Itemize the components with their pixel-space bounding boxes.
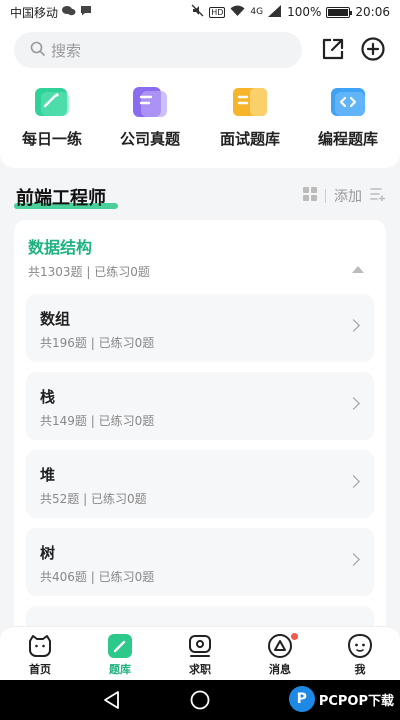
clock: 20:06	[355, 5, 390, 19]
quick-entry-label: 编程题库	[317, 130, 378, 148]
tab-bar: 首页 题库 求职 消息 我	[0, 626, 400, 680]
grid-view-icon[interactable]	[303, 187, 317, 205]
chat-bubble-icon	[80, 5, 92, 19]
collapse-icon[interactable]	[352, 266, 364, 273]
item-stats: 共52题 | 已练习0题	[40, 492, 147, 506]
quick-entry-company-questions[interactable]: 公司真题	[100, 86, 200, 149]
item-name: 堆	[40, 466, 56, 484]
chevron-right-icon	[347, 475, 360, 488]
question-bank-icon	[108, 634, 132, 658]
notification-dot	[291, 633, 298, 640]
tab-messages[interactable]: 消息	[250, 633, 310, 677]
search-bar[interactable]: 搜索	[14, 32, 302, 68]
tab-question-bank[interactable]: 题库	[90, 633, 150, 677]
tab-label: 首页	[29, 663, 51, 676]
quick-entry-label: 面试题库	[219, 130, 280, 148]
item-stats: 共406题 | 已练习0题	[40, 570, 155, 584]
status-bar: 中国移动 HD 4G 100% 20:06	[0, 0, 400, 24]
item-name: 栈	[40, 388, 56, 406]
mute-icon	[191, 4, 204, 20]
tab-label: 我	[354, 663, 366, 676]
jobs-icon	[189, 635, 211, 657]
quick-entry-interview-questions[interactable]: 面试题库	[200, 86, 300, 149]
list-item[interactable]: 堆 共52题 | 已练习0题	[26, 450, 374, 518]
list-item[interactable]: 数组 共196题 | 已练习0题	[26, 294, 374, 362]
quick-entry-label: 每日一练	[21, 130, 82, 148]
item-name: 数组	[40, 310, 71, 328]
add-list-icon[interactable]	[370, 187, 386, 205]
quick-entry-coding-questions[interactable]: 编程题库	[298, 86, 398, 149]
tab-me[interactable]: 我	[330, 633, 390, 677]
category-title[interactable]: 数据结构	[28, 234, 92, 258]
home-button-icon[interactable]	[190, 690, 210, 714]
chevron-right-icon	[347, 397, 360, 410]
list-item[interactable]: 树 共406题 | 已练习0题	[26, 528, 374, 596]
company-questions-icon	[133, 87, 167, 117]
signal-icon	[268, 4, 282, 20]
wifi-icon	[230, 5, 245, 20]
carrier-label: 中国移动	[10, 5, 59, 20]
daily-practice-icon	[35, 88, 69, 116]
home-cat-icon	[29, 635, 51, 657]
search-placeholder: 搜索	[51, 41, 82, 60]
quick-entry-daily-practice[interactable]: 每日一练	[2, 86, 102, 149]
add-circle-icon[interactable]	[360, 36, 386, 62]
hd-icon: HD	[209, 6, 226, 18]
item-stats: 共149题 | 已练习0题	[40, 414, 155, 428]
search-icon	[30, 41, 45, 60]
tab-label: 消息	[269, 663, 291, 676]
share-icon[interactable]	[320, 36, 346, 62]
chevron-right-icon	[347, 553, 360, 566]
battery-icon	[326, 6, 353, 18]
back-icon[interactable]	[102, 690, 120, 714]
watermark-text: PCPOP下载	[318, 693, 394, 709]
list-item[interactable]: 栈 共149题 | 已练习0题	[26, 372, 374, 440]
tab-home[interactable]: 首页	[10, 633, 70, 677]
coding-questions-icon	[331, 88, 365, 116]
header: 搜索 每日一练 公司真题 面试题库 编程题库	[0, 24, 400, 168]
tab-label: 题库	[109, 663, 131, 676]
wechat-icon	[62, 5, 76, 19]
battery-fill	[328, 8, 349, 16]
track-title[interactable]: 前端工程师	[16, 184, 106, 210]
interview-questions-icon	[233, 88, 267, 116]
category-card: 数据结构 共1303题 | 已练习0题 数组 共196题 | 已练习0题 栈 共…	[14, 220, 386, 640]
watermark: P PCPOP下载	[288, 686, 394, 712]
quick-entry-label: 公司真题	[119, 130, 180, 148]
add-track-button[interactable]: 添加	[334, 186, 362, 206]
messages-icon	[268, 634, 292, 658]
item-stats: 共196题 | 已练习0题	[40, 336, 155, 350]
chevron-right-icon	[347, 319, 360, 332]
me-face-icon	[347, 633, 373, 659]
watermark-logo-icon: P	[288, 686, 315, 712]
divider	[325, 189, 326, 203]
track-actions: 添加	[303, 186, 386, 206]
tab-jobs[interactable]: 求职	[170, 633, 230, 677]
item-name: 树	[40, 544, 56, 562]
network-label: 4G	[250, 7, 264, 17]
category-stats: 共1303题 | 已练习0题	[28, 265, 150, 279]
battery-percent: 100%	[287, 5, 322, 19]
tab-label: 求职	[189, 663, 211, 676]
